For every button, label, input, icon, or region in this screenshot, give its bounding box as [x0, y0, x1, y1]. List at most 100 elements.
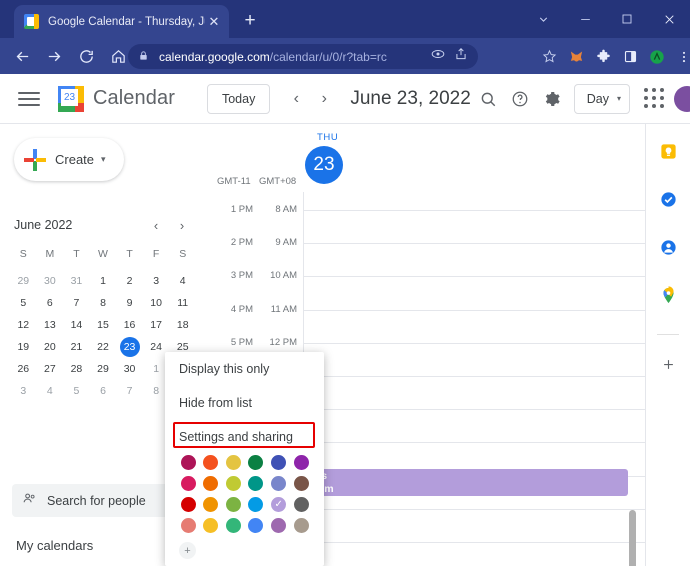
google-apps-icon[interactable] — [644, 87, 666, 110]
side-panel-icon[interactable] — [621, 48, 639, 66]
new-tab-button[interactable]: + — [238, 10, 262, 34]
context-menu-item[interactable]: Hide from list — [165, 386, 324, 420]
color-swatch-cell[interactable] — [200, 452, 222, 473]
today-button[interactable]: Today — [206, 83, 271, 114]
color-swatch[interactable] — [293, 518, 309, 533]
color-swatch-cell[interactable] — [268, 452, 290, 473]
color-swatch[interactable]: ✓ — [271, 497, 287, 512]
color-swatch[interactable] — [180, 518, 196, 533]
color-swatch-cell[interactable] — [245, 494, 267, 515]
help-icon[interactable] — [504, 83, 536, 115]
color-swatch-cell[interactable] — [177, 494, 199, 515]
tab-close-icon[interactable]: ✕ — [205, 13, 223, 31]
color-swatch-cell[interactable] — [200, 494, 222, 515]
color-swatch-cell[interactable] — [222, 494, 244, 515]
color-swatch-cell[interactable] — [290, 473, 312, 494]
mini-calendar-day[interactable]: 13 — [37, 314, 64, 336]
share-icon[interactable] — [454, 47, 468, 66]
keep-icon[interactable] — [657, 140, 679, 162]
color-swatch-cell[interactable] — [177, 515, 199, 536]
color-swatch[interactable] — [203, 518, 219, 533]
mini-calendar-day[interactable]: 4 — [169, 270, 196, 292]
color-swatch[interactable] — [248, 518, 264, 533]
color-swatch-cell[interactable] — [200, 515, 222, 536]
mini-calendar-day[interactable]: 18 — [169, 314, 196, 336]
mini-calendar-day[interactable]: 20 — [37, 336, 64, 358]
contacts-icon[interactable] — [657, 236, 679, 258]
minimize-icon[interactable] — [564, 0, 606, 38]
metamask-extension-icon[interactable] — [567, 48, 585, 66]
color-swatch[interactable] — [248, 476, 264, 491]
previous-period-icon[interactable]: ‹ — [282, 85, 310, 113]
mini-calendar-day[interactable]: 30 — [116, 358, 143, 380]
color-swatch[interactable] — [271, 476, 287, 491]
mini-calendar-day[interactable]: 7 — [116, 380, 143, 402]
bookmark-star-icon[interactable] — [540, 48, 558, 66]
mini-calendar-day[interactable]: 5 — [10, 292, 37, 314]
color-swatch[interactable] — [180, 497, 196, 512]
mini-calendar-day[interactable]: 28 — [63, 358, 90, 380]
account-avatar[interactable] — [674, 85, 690, 112]
color-swatch-cell[interactable] — [222, 473, 244, 494]
color-swatch-cell[interactable] — [268, 473, 290, 494]
close-window-icon[interactable] — [648, 0, 690, 38]
address-bar[interactable]: calendar.google.com/calendar/u/0/r?tab=r… — [128, 44, 478, 69]
mini-calendar-next-icon[interactable]: › — [172, 215, 192, 235]
color-swatch[interactable] — [271, 455, 287, 470]
color-swatch[interactable] — [203, 455, 219, 470]
color-swatch[interactable] — [248, 455, 264, 470]
color-swatch[interactable] — [271, 518, 287, 533]
mini-calendar-day[interactable]: 19 — [10, 336, 37, 358]
home-button[interactable] — [106, 44, 130, 68]
mini-calendar-day[interactable]: 7 — [63, 292, 90, 314]
color-swatch-cell[interactable] — [268, 515, 290, 536]
extensions-puzzle-icon[interactable] — [594, 48, 612, 66]
mini-calendar-day[interactable]: 31 — [63, 270, 90, 292]
mini-calendar-day[interactable]: 17 — [143, 314, 170, 336]
mini-calendar-day[interactable]: 29 — [90, 358, 117, 380]
mini-calendar-day[interactable]: 14 — [63, 314, 90, 336]
color-swatch-cell[interactable] — [222, 515, 244, 536]
mini-calendar-day[interactable]: 22 — [90, 336, 117, 358]
mini-calendar-day[interactable]: 23 — [116, 336, 143, 358]
color-swatch-cell[interactable] — [290, 515, 312, 536]
search-people-input[interactable]: Search for people — [12, 484, 184, 517]
maps-icon[interactable] — [657, 284, 679, 306]
color-swatch[interactable] — [225, 497, 241, 512]
mini-calendar-day[interactable]: 9 — [116, 292, 143, 314]
mini-calendar-day[interactable]: 5 — [63, 380, 90, 402]
maximize-icon[interactable] — [606, 0, 648, 38]
color-swatch[interactable] — [203, 497, 219, 512]
reload-button[interactable] — [74, 44, 98, 68]
mini-calendar-day[interactable]: 3 — [10, 380, 37, 402]
color-swatch[interactable] — [225, 476, 241, 491]
forward-button[interactable] — [42, 44, 66, 68]
mini-calendar-day[interactable]: 15 — [90, 314, 117, 336]
tab-search-chevron-icon[interactable] — [522, 0, 564, 38]
mini-calendar-day[interactable]: 29 — [10, 270, 37, 292]
mini-calendar-day[interactable]: 6 — [37, 292, 64, 314]
color-swatch-cell[interactable] — [245, 515, 267, 536]
view-select-dropdown[interactable]: Day ▾ — [573, 83, 630, 114]
color-swatch[interactable] — [293, 497, 309, 512]
next-period-icon[interactable]: › — [310, 85, 338, 113]
color-swatch-cell[interactable] — [245, 473, 267, 494]
grid-scrollbar[interactable] — [629, 510, 636, 566]
mini-calendar-day[interactable]: 6 — [90, 380, 117, 402]
calendar-event[interactable]: res 1pm — [306, 469, 628, 496]
color-swatch-cell[interactable] — [222, 452, 244, 473]
green-extension-icon[interactable] — [648, 48, 666, 66]
mini-calendar-day[interactable]: 30 — [37, 270, 64, 292]
back-button[interactable] — [10, 44, 34, 68]
context-menu-item[interactable]: Display this only — [165, 352, 324, 386]
mini-calendar-day[interactable]: 27 — [37, 358, 64, 380]
add-custom-color-icon[interactable]: + — [179, 542, 196, 559]
mini-calendar-day[interactable]: 2 — [116, 270, 143, 292]
color-swatch-cell[interactable] — [200, 473, 222, 494]
create-button[interactable]: Create ▾ — [14, 138, 124, 181]
color-swatch[interactable] — [225, 455, 241, 470]
search-icon[interactable] — [472, 83, 504, 115]
mini-calendar-day[interactable]: 16 — [116, 314, 143, 336]
mini-calendar-day[interactable]: 1 — [90, 270, 117, 292]
browser-menu-icon[interactable] — [675, 48, 690, 66]
